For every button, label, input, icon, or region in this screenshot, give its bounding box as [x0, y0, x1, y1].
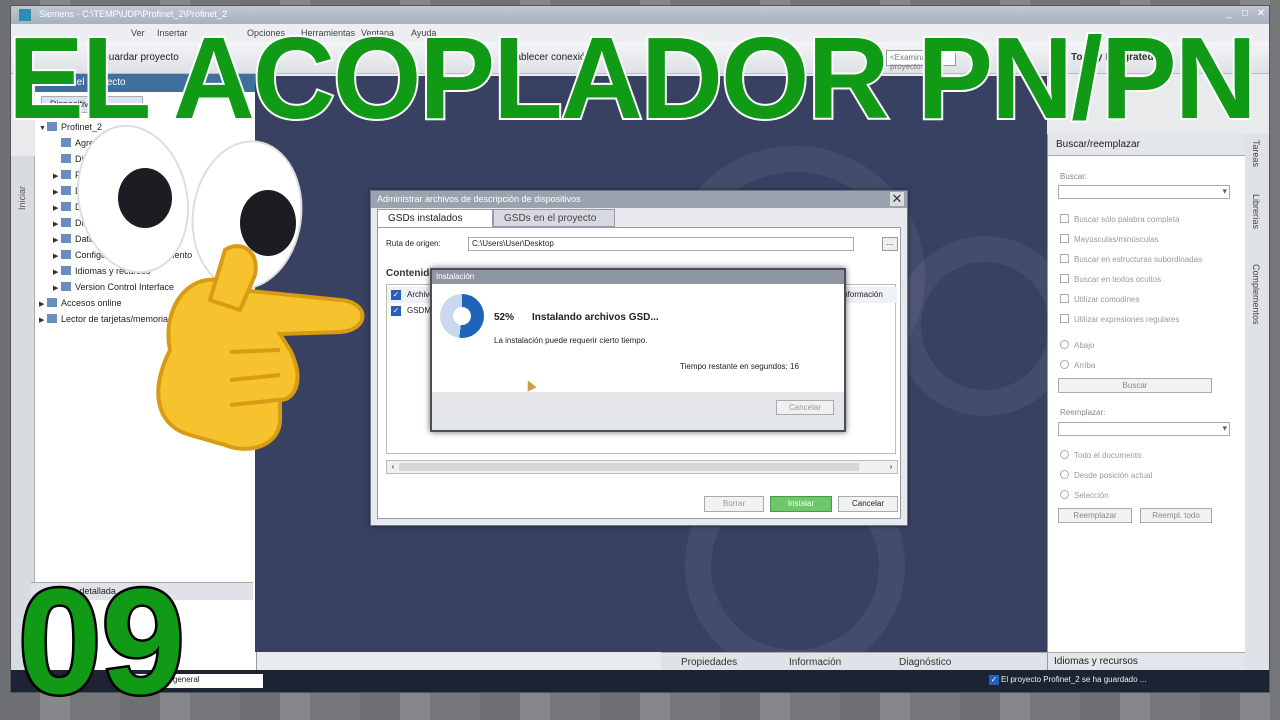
- option-label: Buscar en estructuras subordinadas: [1074, 255, 1203, 264]
- inspector-tabs: Propiedades Información Diagnóstico: [661, 652, 1047, 672]
- radio-icon[interactable]: [1060, 450, 1069, 459]
- checkbox-icon[interactable]: [1060, 314, 1069, 323]
- search-option-checkbox[interactable]: Buscar en estructuras subordinadas: [1060, 254, 1202, 264]
- installation-subtext: La instalación puede requerir cierto tie…: [494, 336, 648, 345]
- replace-button[interactable]: Reemplazar: [1058, 508, 1132, 523]
- tab-gsd-project[interactable]: GSDs en el proyecto: [493, 209, 615, 227]
- search-option-checkbox[interactable]: Utilizar comodines: [1060, 294, 1139, 304]
- scope-radio[interactable]: Desde posición actual: [1060, 470, 1152, 480]
- replace-all-button[interactable]: Reempl. todo: [1140, 508, 1212, 523]
- tree-item[interactable]: ▶ Accesos online: [39, 298, 122, 308]
- option-label: Utilizar comodines: [1074, 295, 1140, 304]
- gsd-dialog-title: Administrar archivos de descripción de d…: [371, 191, 907, 208]
- search-option-checkbox[interactable]: Utilizar expresiones regulares: [1060, 314, 1179, 324]
- search-button[interactable]: Buscar: [1058, 378, 1212, 393]
- tree-item-label: Accesos online: [61, 298, 122, 308]
- tasks-side-tab[interactable]: Tareas: [1251, 140, 1261, 167]
- radio-icon[interactable]: [1060, 490, 1069, 499]
- direction-radio[interactable]: Abajo: [1060, 340, 1094, 350]
- status-message: El proyecto Profinet_2 se ha guardado ..…: [1001, 675, 1147, 684]
- folder-icon: [47, 314, 57, 323]
- progress-percent: 52%: [494, 312, 515, 323]
- search-option-checkbox[interactable]: Buscar sólo palabra completa: [1060, 214, 1179, 224]
- tab-properties[interactable]: Propiedades: [681, 657, 737, 668]
- scope-radio[interactable]: Todo el documento: [1060, 450, 1142, 460]
- cancel-button[interactable]: Cancelar: [838, 496, 898, 512]
- installation-message: Instalando archivos GSD...: [532, 312, 659, 323]
- start-side-tab-label: Iniciar: [17, 186, 27, 211]
- column-info: Información: [841, 290, 883, 299]
- close-window-button[interactable]: ✕: [1255, 8, 1267, 20]
- option-label: Arriba: [1074, 361, 1096, 370]
- close-icon[interactable]: ✕: [890, 192, 904, 206]
- episode-number-overlay: 09: [16, 557, 188, 720]
- scroll-left-icon[interactable]: ‹: [387, 461, 399, 473]
- checkbox-icon[interactable]: [1060, 214, 1069, 223]
- replace-label: Reemplazar:: [1060, 408, 1106, 417]
- installation-cancel-button[interactable]: Cancelar: [776, 400, 834, 415]
- tab-info[interactable]: Información: [789, 657, 841, 668]
- installation-progress-dialog: Instalación 52% Instalando archivos GSD.…: [430, 268, 846, 432]
- chevron-right-icon[interactable]: ▶: [53, 220, 61, 228]
- chevron-right-icon[interactable]: ▶: [53, 252, 61, 260]
- radio-icon[interactable]: [1060, 470, 1069, 479]
- option-label: Abajo: [1074, 341, 1095, 350]
- search-replace-panel: Buscar/reemplazar Buscar: Buscar Reempla…: [1047, 134, 1246, 676]
- scope-radio[interactable]: Selección: [1060, 490, 1109, 500]
- pointing-hand-emoji-icon: [156, 244, 365, 451]
- option-label: Buscar en textos ocultos: [1074, 275, 1162, 284]
- tab-gsd-installed[interactable]: GSDs instalados: [377, 209, 493, 227]
- option-label: Mayúsculas/minúsculas: [1074, 235, 1159, 244]
- row-checkbox[interactable]: ✓: [391, 306, 401, 316]
- installation-body: 52% Instalando archivos GSD... La instal…: [432, 284, 844, 392]
- option-label: Selección: [1074, 491, 1109, 500]
- scroll-thumb[interactable]: [399, 463, 859, 471]
- scroll-right-icon[interactable]: ›: [885, 461, 897, 473]
- addons-side-tab[interactable]: Complementos: [1251, 264, 1261, 325]
- option-label: Desde posición actual: [1074, 471, 1153, 480]
- search-option-checkbox[interactable]: Mayúsculas/minúsculas: [1060, 234, 1158, 244]
- browse-button[interactable]: ...: [882, 237, 898, 251]
- option-label: Buscar sólo palabra completa: [1074, 215, 1180, 224]
- search-label: Buscar:: [1060, 172, 1088, 181]
- option-label: Utilizar expresiones regulares: [1074, 315, 1180, 324]
- chevron-right-icon[interactable]: ▶: [53, 172, 61, 180]
- radio-icon[interactable]: [1060, 340, 1069, 349]
- option-label: Todo el documento: [1074, 451, 1142, 460]
- checkbox-icon[interactable]: [1060, 234, 1069, 243]
- direction-radio[interactable]: Arriba: [1060, 360, 1095, 370]
- search-combo[interactable]: [1058, 185, 1230, 199]
- remaining-time: Tiempo restante en segundos: 16: [680, 362, 799, 371]
- video-title-overlay: EL ACOPLADOR PN/PN: [6, 13, 1259, 143]
- check-icon: ✓: [989, 675, 999, 685]
- select-all-checkbox[interactable]: ✓: [391, 290, 401, 300]
- horizontal-scrollbar[interactable]: ‹ ›: [386, 460, 898, 474]
- replace-combo[interactable]: [1058, 422, 1230, 436]
- languages-resources-bar[interactable]: Idiomas y recursos: [1048, 652, 1246, 670]
- chevron-right-icon[interactable]: ▶: [39, 300, 47, 308]
- delete-button[interactable]: Borrar: [704, 496, 764, 512]
- libraries-side-tab[interactable]: Librerías: [1251, 194, 1261, 229]
- chevron-right-icon[interactable]: ▶: [53, 284, 61, 292]
- chevron-right-icon[interactable]: ▶: [53, 188, 61, 196]
- installation-title: Instalación: [432, 270, 844, 284]
- tab-diagnostics[interactable]: Diagnóstico: [899, 657, 951, 668]
- checkbox-icon[interactable]: [1060, 294, 1069, 303]
- status-bar: Vista general ✓ El proyecto Profinet_2 s…: [11, 670, 1269, 692]
- checkbox-icon[interactable]: [1060, 254, 1069, 263]
- progress-spinner-icon: [440, 294, 484, 338]
- source-path-input[interactable]: C:\Users\User\Desktop: [468, 237, 854, 251]
- folder-icon: [47, 298, 57, 307]
- search-option-checkbox[interactable]: Buscar en textos ocultos: [1060, 274, 1161, 284]
- install-button[interactable]: Instalar: [770, 496, 832, 512]
- chevron-right-icon[interactable]: ▶: [53, 204, 61, 212]
- task-cards-strip: Tareas Librerías Complementos: [1245, 134, 1269, 676]
- source-path-label: Ruta de origen:: [386, 239, 441, 248]
- checkbox-icon[interactable]: [1060, 274, 1069, 283]
- chevron-right-icon[interactable]: ▶: [53, 236, 61, 244]
- radio-icon[interactable]: [1060, 360, 1069, 369]
- chevron-right-icon[interactable]: ▶: [53, 268, 61, 276]
- chevron-right-icon[interactable]: ▶: [39, 316, 47, 324]
